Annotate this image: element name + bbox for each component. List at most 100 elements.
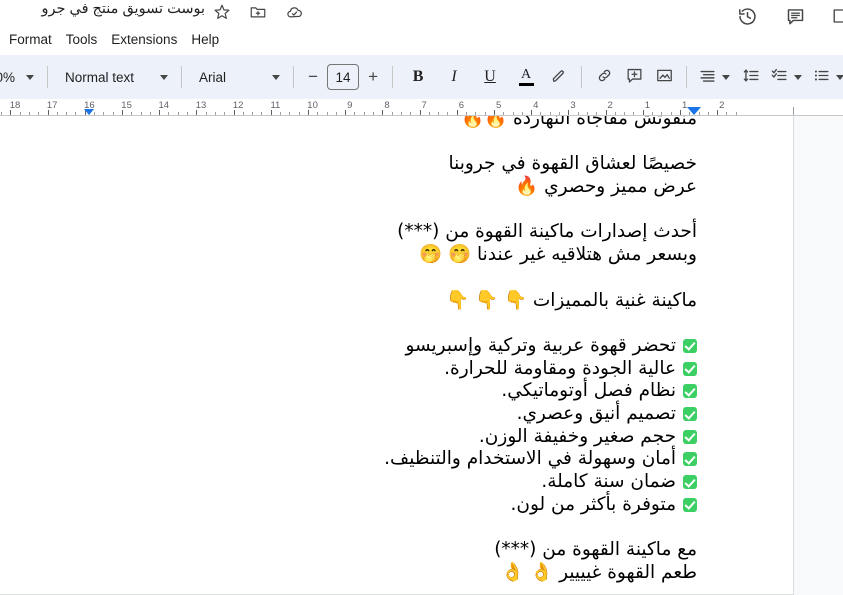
insert-image-icon [655, 66, 674, 88]
ruler-number: 1 [644, 100, 651, 111]
ruler-number: 9 [347, 100, 353, 111]
italic-icon: I [451, 68, 457, 85]
divider [293, 66, 295, 88]
checklist-item-text: حجم صغير وخفيفة الوزن. [478, 425, 676, 447]
line-spacing-button[interactable] [736, 62, 766, 92]
chevron-down-icon [794, 74, 803, 80]
comment-history-icon[interactable] [783, 4, 807, 28]
checklist-item[interactable]: ضمان سنة كاملة. [137, 471, 697, 494]
bold-icon: B [412, 68, 424, 85]
decrease-font-size-button[interactable]: − [301, 67, 325, 87]
document-paragraph[interactable]: طعم القهوة غيييير 👌 👌 [137, 562, 697, 585]
right-indent-marker[interactable] [687, 107, 701, 115]
checklist-item[interactable]: تحضر قهوة عربية وتركية وإسبريسو [137, 335, 697, 358]
document-title[interactable]: بوست تسويق منتج في جرو [0, 1, 205, 17]
highlight-color-button[interactable] [544, 62, 574, 92]
bold-button[interactable]: B [400, 62, 436, 92]
italic-button[interactable]: I [436, 62, 472, 92]
checklist-item-text: تحضر قهوة عربية وتركية وإسبريسو [405, 334, 676, 356]
menu-help[interactable]: Help [184, 31, 226, 48]
font-size-input[interactable]: 14 [327, 64, 360, 90]
document-paragraph[interactable]: مع ماكينة القهوة من (***) [137, 539, 697, 562]
checklist-item-text: ضمان سنة كاملة. [541, 471, 676, 493]
increase-font-size-button[interactable]: + [361, 67, 385, 87]
link-icon [595, 66, 614, 88]
text-color-button[interactable]: A [508, 62, 544, 92]
ruler-number: 6 [458, 100, 465, 111]
underline-icon: U [484, 68, 496, 85]
check-mark-icon [683, 429, 697, 444]
text-color-letter: A [520, 67, 532, 82]
zoom-value: 00% [0, 69, 16, 85]
move-to-folder-icon[interactable] [248, 2, 268, 22]
checklist-item[interactable]: عالية الجودة ومقاومة للحرارة. [137, 358, 697, 381]
ruler-number: 3 [570, 100, 576, 111]
star-icon[interactable] [212, 2, 232, 22]
check-mark-icon [683, 338, 697, 353]
checklist-item[interactable]: حجم صغير وخفيفة الوزن. [137, 426, 697, 449]
text-color-icon: A [512, 68, 540, 86]
ruler-number: 7 [421, 100, 427, 111]
cloud-saved-icon[interactable] [284, 2, 304, 22]
document-page[interactable]: منفوتش مفاجأة النهاردة 🔥🔥 خصيصًا لعشاق ال… [0, 116, 794, 595]
checklist-item[interactable]: متوفرة بأكثر من لون. [137, 494, 697, 517]
highlight-pen-icon [550, 67, 568, 88]
checklist-item-text: أمان وسهولة في الاستخدام والتنظيف. [384, 448, 676, 470]
document-paragraph[interactable]: وبسعر مش هتلاقيه غير عندنا 🤭 🤭 [137, 244, 697, 267]
menu-tools[interactable]: Tools [59, 31, 105, 48]
insert-image-button[interactable] [649, 62, 679, 92]
check-mark-icon [683, 407, 697, 422]
font-family-value: Arial [199, 69, 227, 85]
menu-format[interactable]: Format [2, 31, 59, 48]
paragraph-style-selector[interactable]: Normal text [55, 62, 174, 92]
chevron-down-icon [722, 74, 731, 80]
title-bar: بوست تسويق منتج في جرو [0, 0, 843, 28]
checklist-item-text: متوفرة بأكثر من لون. [510, 493, 676, 515]
bulleted-list-button[interactable] [808, 62, 843, 92]
checklist-item[interactable]: نظام فصل أوتوماتيكي. [137, 380, 697, 403]
font-family-selector[interactable]: Arial [189, 62, 286, 92]
divider [47, 66, 49, 88]
document-paragraph[interactable]: أحدث إصدارات ماكينة القهوة من (***) [137, 221, 697, 244]
align-icon [698, 66, 717, 88]
underline-button[interactable]: U [472, 62, 508, 92]
document-paragraph[interactable]: خصيصًا لعشاق القهوة في جروبنا [137, 153, 697, 176]
zoom-selector[interactable]: 00% [0, 62, 40, 92]
ruler[interactable]: 18 17 16 15 14 13 12 11 10 9 8 7 6 5 4 3 2 1 1 2 [0, 99, 843, 116]
divider [392, 66, 394, 88]
chevron-down-icon [272, 74, 281, 80]
menu-extensions[interactable]: Extensions [104, 31, 184, 48]
checklist-item[interactable]: أمان وسهولة في الاستخدام والتنظيف. [137, 448, 697, 471]
insert-link-button[interactable] [589, 62, 619, 92]
meet-icon[interactable] [831, 4, 843, 28]
google-docs-window: بوست تسويق منتج في جرو Format Tools Exte… [0, 0, 843, 595]
document-paragraph[interactable]: منفوتش مفاجأة النهاردة 🔥🔥 [137, 116, 697, 131]
checklist-item[interactable]: تصميم أنيق وعصري. [137, 403, 697, 426]
top-right-actions [735, 4, 843, 28]
check-mark-icon [683, 497, 697, 512]
version-history-icon[interactable] [735, 4, 759, 28]
divider [581, 66, 583, 88]
line-spacing-icon [742, 66, 761, 88]
bulleted-list-icon [812, 66, 831, 88]
checklist-button[interactable] [766, 62, 808, 92]
text-color-swatch [518, 83, 534, 86]
document-paragraph[interactable]: عرض مميز وحصري 🔥 [137, 176, 697, 199]
document-body[interactable]: منفوتش مفاجأة النهاردة 🔥🔥 خصيصًا لعشاق ال… [137, 116, 697, 585]
ruler-number: 8 [384, 100, 390, 111]
checklist-item-text: تصميم أنيق وعصري. [516, 403, 676, 425]
add-comment-icon [625, 66, 644, 88]
document-area[interactable]: منفوتش مفاجأة النهاردة 🔥🔥 خصيصًا لعشاق ال… [0, 116, 843, 595]
checklist-item-text: نظام فصل أوتوماتيكي. [501, 380, 676, 402]
align-button[interactable] [694, 62, 736, 92]
divider [686, 66, 688, 88]
ruler-number: 2 [607, 100, 613, 111]
add-comment-button[interactable] [619, 62, 649, 92]
document-paragraph[interactable]: ماكينة غنية بالمميزات 👇 👇 👇 [137, 290, 697, 313]
ruler-number: 11 [270, 100, 281, 111]
chevron-down-icon [26, 74, 35, 80]
